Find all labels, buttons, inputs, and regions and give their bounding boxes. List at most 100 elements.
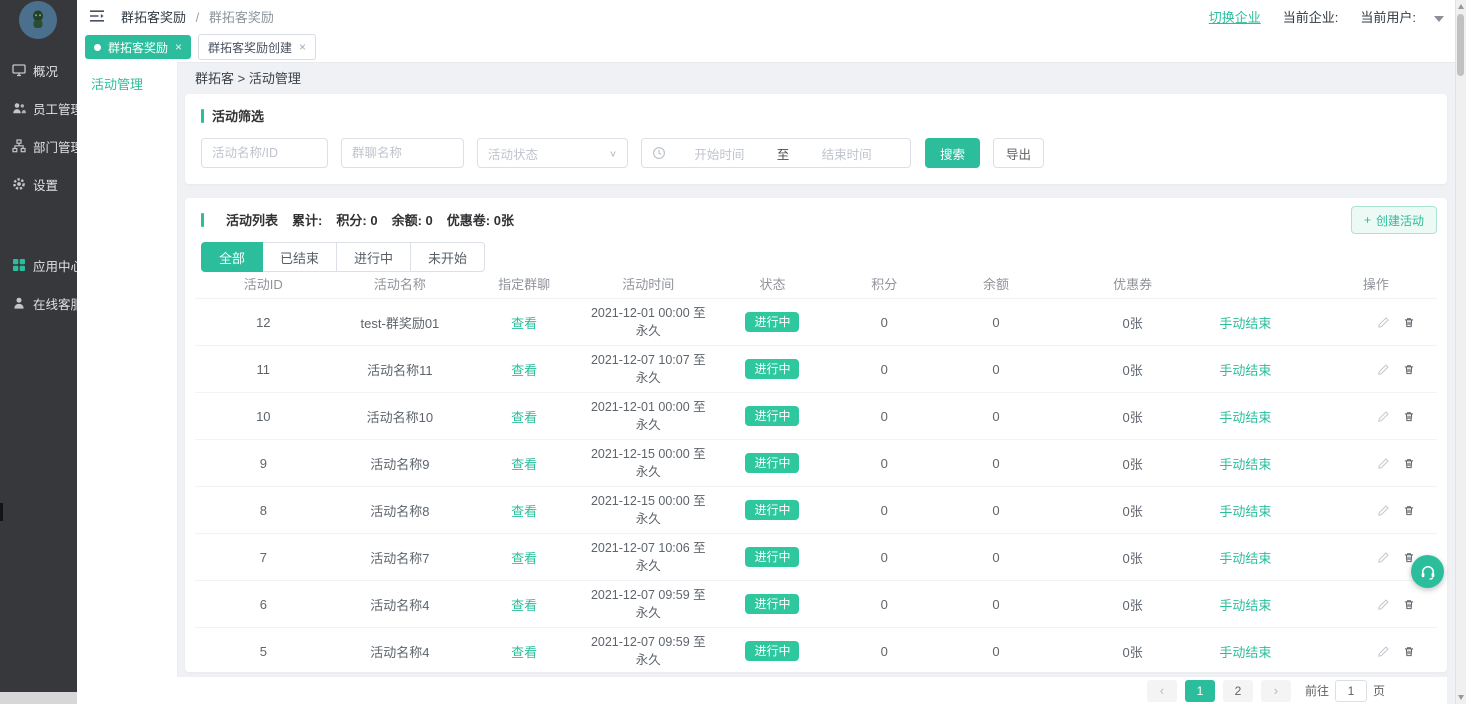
delete-icon[interactable]: [1403, 363, 1415, 376]
view-link[interactable]: 查看: [511, 598, 537, 613]
close-icon[interactable]: ×: [175, 41, 182, 53]
edit-icon[interactable]: [1377, 551, 1390, 564]
sidebar-item-overview[interactable]: 概况: [0, 58, 77, 82]
table-row: 10 活动名称10 查看 2021-12-01 00:00 至永久 进行中 0 …: [195, 392, 1437, 439]
tab-label: 群拓客奖励创建: [208, 39, 292, 56]
sidebar-item-app-center[interactable]: 应用中心: [0, 253, 77, 277]
manual-end-link[interactable]: 手动结束: [1219, 454, 1271, 473]
prev-page-button[interactable]: ‹: [1147, 680, 1177, 702]
scrollbar-thumb[interactable]: [1457, 14, 1464, 76]
edit-icon[interactable]: [1377, 598, 1390, 611]
view-link[interactable]: 查看: [511, 457, 537, 472]
topbar: 群拓客奖励 / 群拓客奖励 切换企业 当前企业: 当前用户:: [77, 0, 1456, 33]
sidebar-item-departments[interactable]: 部门管理: [0, 134, 77, 158]
cell-name: 活动名称8: [332, 501, 469, 520]
balance-label: 余额:: [392, 213, 422, 228]
page-scrollbar[interactable]: [1455, 0, 1466, 704]
scroll-up-icon[interactable]: [1458, 4, 1464, 9]
col-activity-name: 活动名称: [332, 274, 469, 293]
manual-end-link[interactable]: 手动结束: [1219, 501, 1271, 520]
sidebar-item-online-service[interactable]: 在线客服: [0, 291, 77, 315]
filter-section-head: 活动筛选: [201, 106, 264, 125]
customer-service-float-button[interactable]: [1411, 555, 1444, 588]
activity-name-id-input[interactable]: [201, 138, 328, 168]
edit-icon[interactable]: [1377, 410, 1390, 423]
date-range-picker[interactable]: 开始时间 至 结束时间: [641, 138, 911, 168]
create-activity-button[interactable]: + 创建活动: [1351, 206, 1437, 234]
sidebar-item-settings[interactable]: 设置: [0, 172, 77, 196]
manual-end-link[interactable]: 手动结束: [1219, 642, 1271, 661]
cell-name: 活动名称11: [332, 360, 469, 379]
cell-operations: 手动结束: [1213, 595, 1437, 614]
activity-status-select[interactable]: 活动状态 ∨: [477, 138, 628, 168]
col-points: 积分: [828, 274, 940, 293]
edit-icon[interactable]: [1377, 504, 1390, 517]
status-tab-all[interactable]: 全部: [201, 242, 263, 272]
collapse-menu-icon[interactable]: [89, 9, 105, 23]
delete-icon[interactable]: [1403, 504, 1415, 517]
time-end: 永久: [580, 463, 717, 481]
main-content: 群拓客 > 活动管理 活动筛选 活动状态 ∨ 开始时间 至: [177, 62, 1456, 704]
headset-icon: [1419, 563, 1437, 581]
view-link[interactable]: 查看: [511, 410, 537, 425]
view-link[interactable]: 查看: [511, 504, 537, 519]
group-chat-name-input[interactable]: [341, 138, 464, 168]
manual-end-link[interactable]: 手动结束: [1219, 360, 1271, 379]
manual-end-link[interactable]: 手动结束: [1219, 548, 1271, 567]
col-operations: 操作: [1213, 274, 1437, 293]
page-button-2[interactable]: 2: [1223, 680, 1253, 702]
delete-icon[interactable]: [1403, 316, 1415, 329]
manual-end-link[interactable]: 手动结束: [1219, 313, 1271, 332]
status-tab-ended[interactable]: 已结束: [262, 242, 337, 272]
view-link[interactable]: 查看: [511, 316, 537, 331]
delete-icon[interactable]: [1403, 598, 1415, 611]
cell-time: 2021-12-07 09:59 至永久: [580, 633, 717, 669]
manual-end-link[interactable]: 手动结束: [1219, 595, 1271, 614]
status-badge: 进行中: [745, 359, 799, 379]
points-label: 积分:: [336, 213, 366, 228]
page-button-1[interactable]: 1: [1185, 680, 1215, 702]
delete-icon[interactable]: [1403, 457, 1415, 470]
sidebar-bottom-gap: [0, 692, 77, 704]
search-button[interactable]: 搜索: [925, 138, 980, 168]
view-link[interactable]: 查看: [511, 551, 537, 566]
time-start: 2021-12-01 00:00 至: [580, 304, 717, 322]
edit-icon[interactable]: [1377, 645, 1390, 658]
goto-page-input[interactable]: [1335, 680, 1367, 702]
col-balance: 余额: [940, 274, 1052, 293]
cell-coupon: 0张: [1052, 454, 1213, 473]
page-title: 群拓客 > 活动管理: [195, 67, 301, 91]
status-tab-running[interactable]: 进行中: [336, 242, 411, 272]
cell-operations: 手动结束: [1213, 407, 1437, 426]
next-page-button[interactable]: ›: [1261, 680, 1291, 702]
submenu-item-activity-management[interactable]: 活动管理: [77, 62, 177, 93]
tab-group-reward[interactable]: 群拓客奖励 ×: [85, 35, 191, 59]
edit-icon[interactable]: [1377, 457, 1390, 470]
summary-points: 积分: 0: [336, 210, 377, 229]
close-icon[interactable]: ×: [299, 41, 306, 53]
delete-icon[interactable]: [1403, 410, 1415, 423]
sidebar-item-employees[interactable]: 员工管理: [0, 96, 77, 120]
pagination-bar: ‹ 1 2 › 前往 页: [177, 677, 1447, 704]
view-link[interactable]: 查看: [511, 645, 537, 660]
switch-company-link[interactable]: 切换企业: [1209, 7, 1261, 26]
cell-time: 2021-12-07 10:06 至永久: [580, 539, 717, 575]
status-tab-not-started[interactable]: 未开始: [410, 242, 485, 272]
logo-avatar[interactable]: [19, 1, 57, 39]
cell-name: 活动名称4: [332, 642, 469, 661]
tabbar: 群拓客奖励 × 群拓客奖励创建 ×: [77, 32, 1456, 63]
cell-coupon: 0张: [1052, 360, 1213, 379]
goto-page: 前往 页: [1305, 680, 1385, 702]
scroll-down-icon[interactable]: [1458, 695, 1464, 700]
edit-icon[interactable]: [1377, 363, 1390, 376]
col-coupon: 优惠券: [1052, 274, 1213, 293]
cell-balance: 0: [940, 644, 1052, 659]
manual-end-link[interactable]: 手动结束: [1219, 407, 1271, 426]
delete-icon[interactable]: [1403, 645, 1415, 658]
edit-icon[interactable]: [1377, 316, 1390, 329]
tab-group-reward-create[interactable]: 群拓客奖励创建 ×: [198, 34, 316, 60]
view-link[interactable]: 查看: [511, 363, 537, 378]
export-button[interactable]: 导出: [993, 138, 1044, 168]
user-menu-caret-icon[interactable]: [1434, 16, 1444, 22]
status-badge: 进行中: [745, 453, 799, 473]
